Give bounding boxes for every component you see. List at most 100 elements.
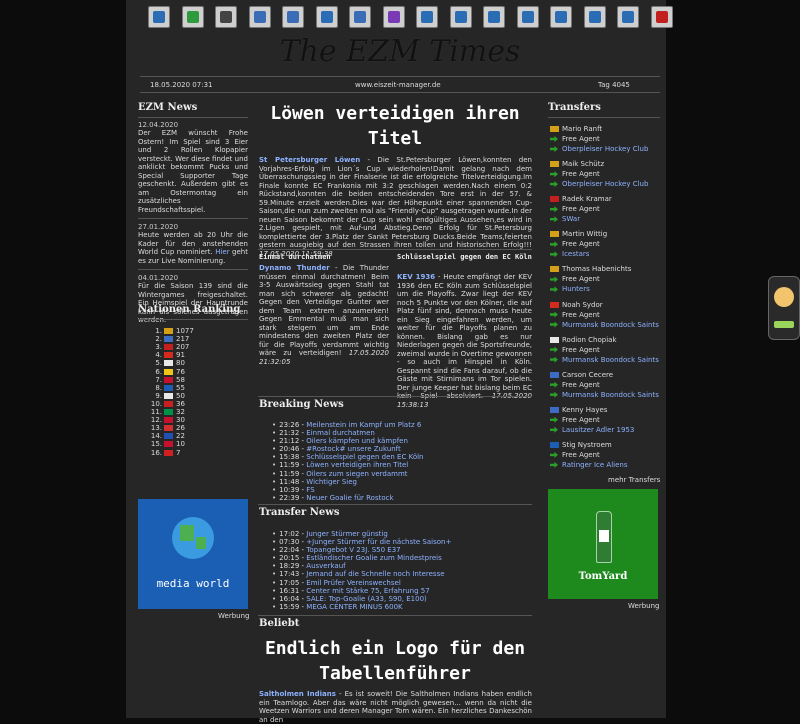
- flag-icon: [164, 344, 173, 351]
- dateline-day: Tag 4045: [598, 81, 630, 89]
- news-link[interactable]: Schlüsselspiel gegen den EC Köln: [306, 453, 423, 461]
- news-link[interactable]: Oilers zum siegen verdammt: [306, 470, 407, 478]
- flag-icon: [164, 392, 173, 399]
- logout-icon[interactable]: [650, 6, 673, 28]
- news-link[interactable]: Estländischer Goalie zum Mindestpreis: [306, 554, 441, 562]
- news-link[interactable]: SALE: Top-Goalie (A33, S90, E100): [306, 595, 426, 603]
- player-name[interactable]: Martin Wittig: [562, 230, 607, 238]
- settings-icon[interactable]: [583, 6, 606, 28]
- calendar-icon[interactable]: [382, 6, 405, 28]
- jersey-icon[interactable]: [181, 6, 204, 28]
- story-left-team-link[interactable]: Dynamo Thunder: [259, 264, 330, 272]
- transfers-icon[interactable]: [483, 6, 505, 28]
- news-item: 17:02 - Junger Stürmer günstig: [272, 530, 532, 538]
- club-link[interactable]: Hunters: [562, 285, 590, 293]
- club-link[interactable]: Icestars: [562, 250, 589, 258]
- player-name[interactable]: Mario Ranft: [562, 125, 602, 133]
- news-link[interactable]: Einmal durchatmen: [306, 429, 375, 437]
- news-link[interactable]: Emil Prüfer Vereinswechsel: [306, 579, 400, 587]
- ranking-row: 14. 22: [150, 432, 185, 440]
- beliebt-team-link[interactable]: Saltholmen Indians: [259, 690, 336, 698]
- club-link[interactable]: Murmansk Boondock Saints: [562, 356, 659, 364]
- lead-team-link[interactable]: St Petersburger Löwen: [259, 156, 360, 164]
- news-link[interactable]: Junger Stürmer günstig: [306, 530, 388, 538]
- news-link[interactable]: #Rostock# unsere Zukunft: [306, 445, 400, 453]
- transfer-from: Free Agent: [562, 380, 600, 389]
- team-icon-glyph: [320, 11, 333, 23]
- news-link[interactable]: Ausverkauf: [306, 562, 345, 570]
- ad-tomyard[interactable]: TomYard: [548, 489, 658, 599]
- news-link[interactable]: +Junger Stürmer für die nächste Saison+: [306, 538, 451, 546]
- live-nomination-link[interactable]: Hier: [215, 248, 229, 256]
- club-link[interactable]: Oberpleiser Hockey Club: [562, 145, 648, 153]
- news-link[interactable]: Center mit Stärke 75, Erfahrung 57: [306, 587, 429, 595]
- ezm-news-title: EZM News: [138, 102, 198, 113]
- arrow-right-icon: [550, 171, 558, 178]
- chat-icon[interactable]: [617, 6, 639, 28]
- player-name[interactable]: Rodion Chopiak: [562, 336, 617, 344]
- home-icon[interactable]: [148, 6, 170, 28]
- beliebt-article: Saltholmen Indians - Es ist soweit! Die …: [259, 690, 532, 724]
- league-icon-glyph: [421, 11, 433, 23]
- player-name[interactable]: Noah Sydor: [562, 301, 603, 309]
- news-link[interactable]: MEGA CENTER MINUS 600K: [306, 603, 402, 611]
- league-icon[interactable]: [416, 6, 438, 28]
- player-name[interactable]: Radek Kramar: [562, 195, 612, 203]
- rankings-title: Nationen Ranking: [138, 304, 241, 315]
- club-link[interactable]: Murmansk Boondock Saints: [562, 391, 659, 399]
- chat-widget[interactable]: [768, 276, 800, 340]
- news-time: 22:04 -: [279, 546, 307, 555]
- news-link[interactable]: FS: [306, 486, 314, 494]
- player-name[interactable]: Carson Cecere: [562, 371, 613, 379]
- player-name[interactable]: Thomas Habenichts: [562, 265, 631, 273]
- news-item: 22:39 - Neuer Goalie für Rostock: [272, 494, 532, 502]
- rank-value: 58: [176, 375, 185, 384]
- ranking-row: 10. 36: [150, 400, 185, 408]
- more-transfers-link[interactable]: mehr Transfers: [608, 476, 660, 484]
- players-icon[interactable]: [349, 6, 371, 28]
- news-item: 07:30 - +Junger Stürmer für die nächste …: [272, 538, 532, 546]
- rank-number: 15.: [150, 440, 162, 449]
- team-icon[interactable]: [315, 6, 338, 28]
- arrow-right-icon: [550, 286, 558, 293]
- list-icon[interactable]: [282, 6, 304, 28]
- divider: [548, 117, 660, 118]
- tactics-icon[interactable]: [449, 6, 472, 28]
- club-link[interactable]: Murmansk Boondock Saints: [562, 321, 659, 329]
- avatar-icon: [774, 287, 794, 307]
- news-link[interactable]: Oilers kämpfen und kämpfen: [306, 437, 408, 445]
- ad-media-world[interactable]: media world: [138, 499, 248, 609]
- player-name[interactable]: Stig Nystroem: [562, 441, 612, 449]
- news-link[interactable]: Neuer Goalie für Rostock: [306, 494, 393, 502]
- story-right-headline: Schlüsselspiel gegen den EC Köln: [397, 253, 532, 261]
- news-link[interactable]: Meilenstein im Kampf um Platz 6: [306, 421, 421, 429]
- ezm-news-list: 12.04.2020 Der EZM wünscht Frohe Ostern!…: [138, 121, 248, 325]
- stats-icon[interactable]: [516, 6, 539, 28]
- transfer-item: Carson Cecere Free Agent Murmansk Boondock…: [550, 370, 659, 400]
- news-link[interactable]: Topangebot V 23J. S50 E37: [306, 546, 400, 554]
- ranking-row: 5. 80: [150, 359, 185, 367]
- main-toolbar: [140, 6, 673, 34]
- training-icon[interactable]: [248, 6, 271, 28]
- news-link[interactable]: Jemand auf die Schnelle noch Interesse: [306, 570, 444, 578]
- club-link[interactable]: Ratinger Ice Aliens: [562, 461, 628, 469]
- lineup-icon[interactable]: [215, 6, 237, 28]
- flag-icon: [550, 231, 559, 238]
- player-name[interactable]: Maik Schütz: [562, 160, 604, 168]
- divider: [138, 117, 248, 118]
- news-text: Der EZM wünscht Frohe Ostern! Im Spiel s…: [138, 129, 248, 214]
- club-link[interactable]: Oberpleiser Hockey Club: [562, 180, 648, 188]
- news-link[interactable]: Löwen verteidigen ihren Titel: [306, 461, 408, 469]
- player-name[interactable]: Kenny Hayes: [562, 406, 607, 414]
- transfers-icon-glyph: [488, 11, 500, 23]
- tactics-icon-glyph: [454, 11, 467, 23]
- club-link[interactable]: Lausitzer Adler 1953: [562, 426, 634, 434]
- rank-value: 30: [176, 416, 185, 425]
- club-link[interactable]: SWar: [562, 215, 580, 223]
- news-item: 23:26 - Meilenstein im Kampf um Platz 6: [272, 421, 532, 429]
- story-right-team-link[interactable]: KEV 1936: [397, 273, 435, 281]
- ranking-row: 4. 91: [150, 351, 185, 359]
- news-link[interactable]: Wichtiger Sieg: [306, 478, 357, 486]
- ranking-row: 7. 58: [150, 376, 185, 384]
- mail-icon[interactable]: [550, 6, 572, 28]
